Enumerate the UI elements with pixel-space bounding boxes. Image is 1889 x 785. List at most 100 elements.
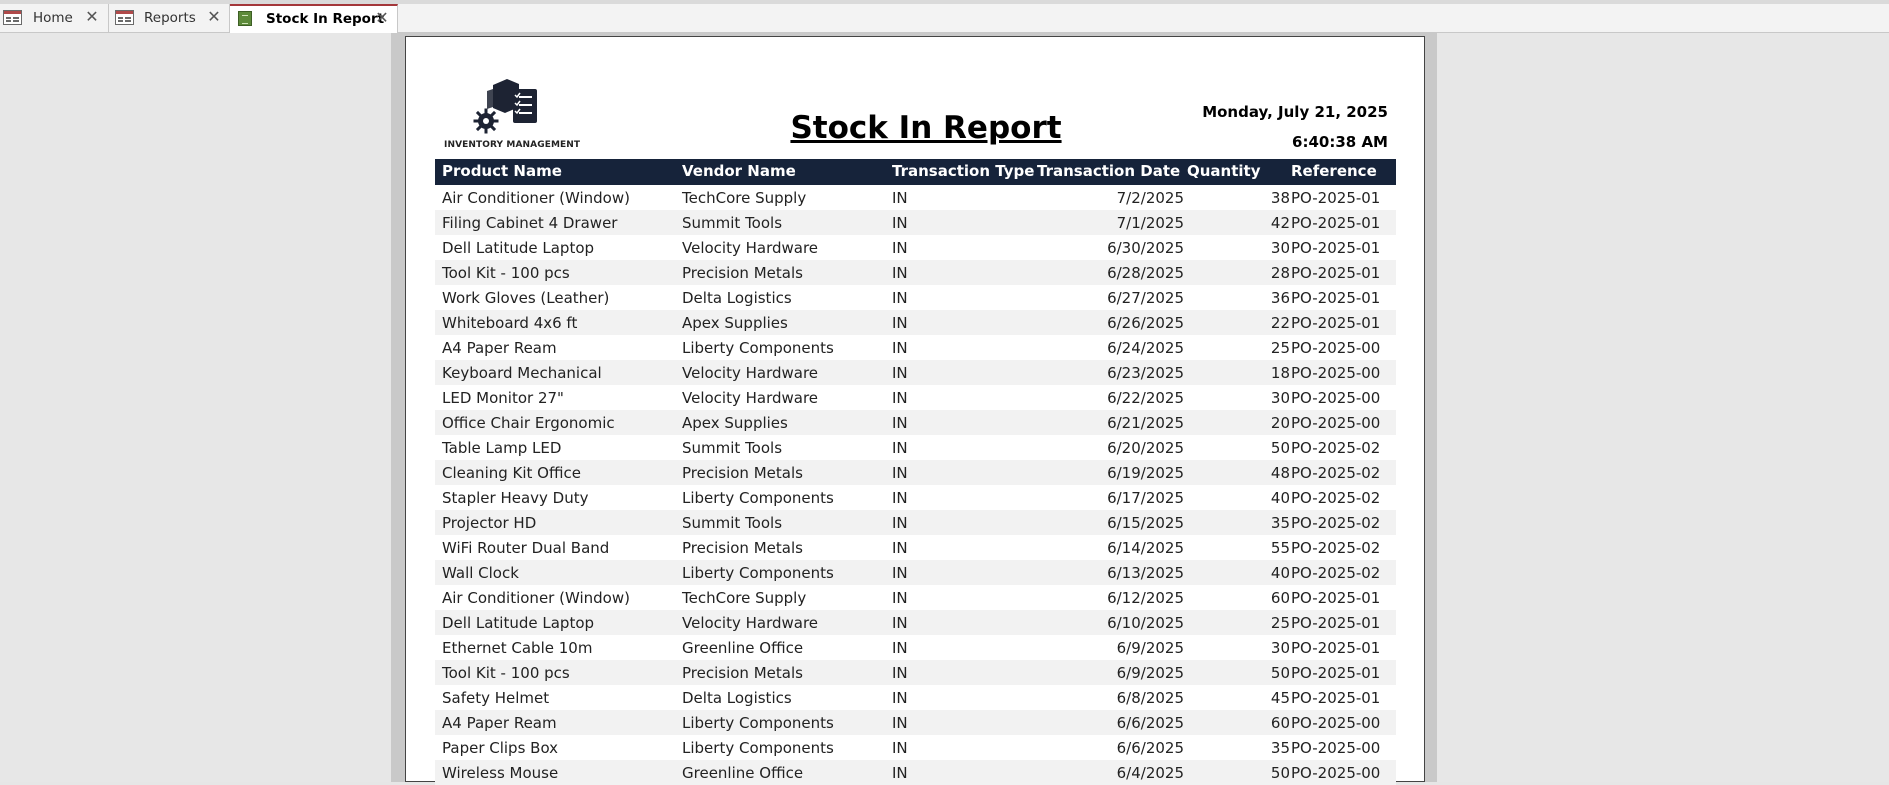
cell-quantity: 22 [1270, 314, 1290, 332]
cell-vendor-name: Delta Logistics [682, 689, 792, 707]
table-row: Ethernet Cable 10m Greenline Office IN 6/9/… [435, 635, 1396, 660]
table-row: LED Monitor 27" Velocity Hardware IN 6/22/2… [435, 385, 1396, 410]
close-icon[interactable]: ✕ [83, 8, 101, 26]
cell-transaction-date: 7/1/2025 [1116, 214, 1184, 232]
report-icon [238, 11, 252, 26]
tab-stock-in-report[interactable]: Stock In Report ✕ [230, 4, 398, 34]
report-date: Monday, July 21, 2025 [1202, 103, 1388, 121]
cell-reference: PO-2025-01 [1291, 264, 1381, 282]
cell-transaction-date: 6/28/2025 [1107, 264, 1184, 282]
cell-product-name: Air Conditioner (Window) [442, 189, 630, 207]
cell-transaction-type: IN [892, 589, 908, 607]
report-title: Stock In Report [790, 110, 1062, 146]
cell-transaction-date: 6/9/2025 [1116, 639, 1184, 657]
report-preview-area: INVENTORY MANAGEMENT Stock In Report Mon… [0, 33, 1889, 785]
cell-product-name: Whiteboard 4x6 ft [442, 314, 578, 332]
column-header-vendor-name: Vendor Name [682, 162, 796, 180]
cell-quantity: 30 [1270, 639, 1290, 657]
cell-quantity: 25 [1270, 614, 1290, 632]
cell-product-name: WiFi Router Dual Band [442, 539, 610, 557]
cell-vendor-name: Greenline Office [682, 764, 804, 782]
tab-label: Stock In Report [266, 11, 385, 27]
cell-quantity: 18 [1270, 364, 1290, 382]
cell-reference: PO-2025-01 [1291, 614, 1381, 632]
cell-vendor-name: Liberty Components [682, 739, 834, 757]
column-header-product-name: Product Name [442, 162, 562, 180]
cell-transaction-type: IN [892, 564, 908, 582]
cell-transaction-date: 6/20/2025 [1107, 439, 1184, 457]
cell-transaction-date: 6/6/2025 [1116, 714, 1184, 732]
table-row: Table Lamp LED Summit Tools IN 6/20/2025 50 P… [435, 435, 1396, 460]
cell-transaction-type: IN [892, 614, 908, 632]
cell-product-name: Cleaning Kit Office [442, 464, 581, 482]
cell-transaction-date: 6/24/2025 [1107, 339, 1184, 357]
cell-transaction-type: IN [892, 464, 908, 482]
tab-home[interactable]: Home ✕ [0, 4, 109, 33]
cell-transaction-type: IN [892, 214, 908, 232]
cell-quantity: 35 [1270, 739, 1290, 757]
cell-reference: PO-2025-02 [1291, 439, 1381, 457]
tab-reports[interactable]: Reports ✕ [109, 4, 230, 33]
cell-reference: PO-2025-01 [1291, 589, 1381, 607]
cell-transaction-type: IN [892, 514, 908, 532]
cell-reference: PO-2025-02 [1291, 489, 1381, 507]
cell-reference: PO-2025-00 [1291, 764, 1381, 782]
cell-product-name: LED Monitor 27" [442, 389, 564, 407]
cell-transaction-date: 6/26/2025 [1107, 314, 1184, 332]
close-icon[interactable]: ✕ [205, 8, 223, 26]
table-row: Office Chair Ergonomic Apex Supplies IN 6/2… [435, 410, 1396, 435]
cell-vendor-name: Velocity Hardware [682, 389, 819, 407]
cell-vendor-name: Apex Supplies [682, 414, 788, 432]
table-row: Paper Clips Box Liberty Components IN 6/6/2… [435, 735, 1396, 760]
cell-transaction-date: 6/12/2025 [1107, 589, 1184, 607]
cell-quantity: 30 [1270, 389, 1290, 407]
cell-quantity: 36 [1270, 289, 1290, 307]
table-row: Wall Clock Liberty Components IN 6/13/2025 4… [435, 560, 1396, 585]
cell-product-name: Safety Helmet [442, 689, 550, 707]
table-row: A4 Paper Ream Liberty Components IN 6/6/202… [435, 710, 1396, 735]
cell-reference: PO-2025-01 [1291, 189, 1381, 207]
cell-transaction-type: IN [892, 439, 908, 457]
table-row: Dell Latitude Laptop Velocity Hardware IN 6… [435, 235, 1396, 260]
cell-product-name: A4 Paper Ream [442, 714, 557, 732]
cell-vendor-name: Precision Metals [682, 539, 803, 557]
cell-quantity: 20 [1270, 414, 1290, 432]
cell-product-name: Filing Cabinet 4 Drawer [442, 214, 618, 232]
cell-transaction-date: 6/22/2025 [1107, 389, 1184, 407]
cell-vendor-name: Velocity Hardware [682, 364, 819, 382]
cell-product-name: Wireless Mouse [442, 764, 559, 782]
cell-transaction-type: IN [892, 664, 908, 682]
column-header-transaction-date: Transaction Date [1037, 162, 1181, 180]
table-row: Wireless Mouse Greenline Office IN 6/4/2025… [435, 760, 1396, 785]
cell-vendor-name: Delta Logistics [682, 289, 792, 307]
cell-vendor-name: Summit Tools [682, 439, 783, 457]
tab-label: Home [33, 10, 73, 26]
cell-product-name: Keyboard Mechanical [442, 364, 602, 382]
close-icon[interactable]: ✕ [373, 9, 391, 27]
cell-quantity: 50 [1270, 764, 1290, 782]
cell-transaction-type: IN [892, 339, 908, 357]
table-header: Product Name Vendor Name Transaction Typ… [435, 159, 1396, 185]
cell-transaction-type: IN [892, 189, 908, 207]
cell-reference: PO-2025-00 [1291, 739, 1381, 757]
cell-transaction-type: IN [892, 714, 908, 732]
cell-vendor-name: Precision Metals [682, 464, 803, 482]
table-row: Safety Helmet Delta Logistics IN 6/8/2025 45… [435, 685, 1396, 710]
cell-quantity: 38 [1270, 189, 1290, 207]
cell-quantity: 60 [1270, 589, 1290, 607]
cell-transaction-type: IN [892, 389, 908, 407]
cell-vendor-name: Precision Metals [682, 664, 803, 682]
cell-reference: PO-2025-01 [1291, 239, 1381, 257]
cell-vendor-name: Velocity Hardware [682, 614, 819, 632]
cell-product-name: Air Conditioner (Window) [442, 589, 630, 607]
cell-quantity: 60 [1270, 714, 1290, 732]
table-row: Stapler Heavy Duty Liberty Components IN 6/… [435, 485, 1396, 510]
cell-quantity: 45 [1270, 689, 1290, 707]
cell-transaction-date: 6/15/2025 [1107, 514, 1184, 532]
cell-vendor-name: Greenline Office [682, 639, 804, 657]
cell-reference: PO-2025-02 [1291, 564, 1381, 582]
column-header-quantity: Quantity [1187, 162, 1261, 180]
cell-quantity: 50 [1270, 439, 1290, 457]
cell-transaction-date: 6/30/2025 [1107, 239, 1184, 257]
table-row: Filing Cabinet 4 Drawer Summit Tools IN 7/1… [435, 210, 1396, 235]
